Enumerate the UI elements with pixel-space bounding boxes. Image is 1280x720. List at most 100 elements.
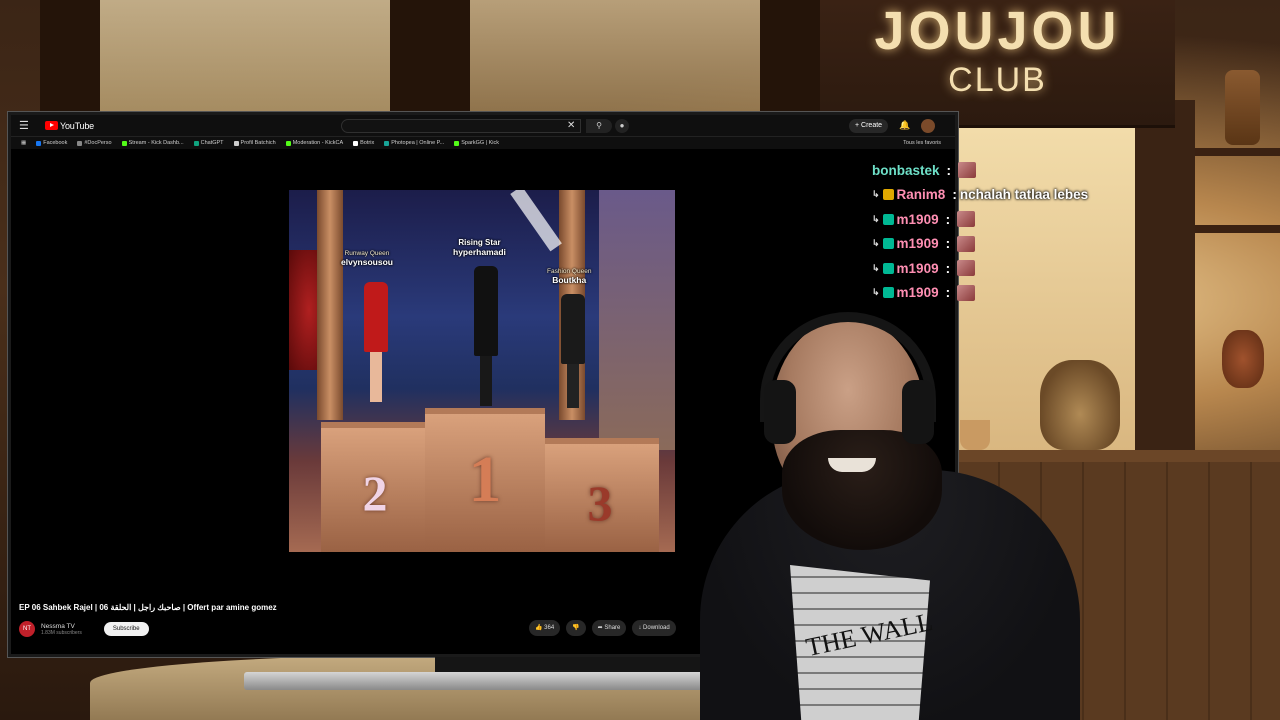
streamer-smile [828,458,876,472]
bookmarks-bar: ▦ Facebook #DocPerso Stream - Kick Dashb..… [11,137,955,149]
channel-name[interactable]: Nessma TV [41,623,82,630]
download-label: Download [643,625,670,631]
channel-avatar[interactable]: NT [19,621,35,637]
moderator-badge-icon [882,213,894,225]
bookmark-item[interactable]: SparkGG | Kick [454,140,499,146]
bookmark-label: Photopea | Online P... [391,140,445,146]
cup-decor [960,420,990,450]
video-actions: 👍 364 👎 ➦ Share ↓ Download [529,620,676,636]
emote-icon [957,211,976,228]
clear-search-icon[interactable]: ✕ [567,120,575,131]
chat-username[interactable]: m1909 [897,285,939,300]
dislike-button[interactable]: 👎 [566,620,586,636]
podium-number: 1 [468,443,502,516]
mic-icon: ● [619,120,625,130]
thumbs-up-icon: 👍 [535,625,543,631]
reply-arrow-icon: ↳ [872,189,880,200]
bookmark-item[interactable]: Stream - Kick Dashb... [121,140,184,146]
window-frame [1135,100,1195,480]
account-avatar[interactable] [921,118,935,133]
like-count: 364 [544,625,555,631]
podium-second: 2 [321,422,429,552]
podium-first: 1 [425,408,545,552]
chat-message: ↳ m1909: [872,232,1132,257]
chat-username[interactable]: bonbastek [872,163,940,178]
bookmark-label: Botrix [360,140,375,146]
headset-earcup [764,380,796,444]
newspaper-wall [470,0,760,112]
bookmark-label: Profil Batchich [240,140,276,146]
game-avatar [364,282,388,402]
bookmark-icon [384,140,390,146]
reply-arrow-icon: ↳ [872,213,880,224]
bookmark-icon [285,140,291,146]
voice-search-button[interactable]: ● [615,118,629,133]
bookmark-icon [193,140,199,146]
video-light-beam [510,190,562,252]
streamer-beard [782,430,942,550]
tv-stand-neck [435,657,705,673]
tv-stand [244,672,724,690]
bookmark-item[interactable]: #DocPerso [77,140,112,146]
chat-username[interactable]: m1909 [897,261,939,276]
podium-label-1: Rising Star hyperhamadi [453,238,506,257]
chat-message: bonbastek: [872,158,1132,183]
youtube-header: ☰ YouTube ✕ ⚲ ● + Create 🔔 [11,115,955,137]
chat-username[interactable]: Ranim8 [897,187,946,202]
game-avatar [561,294,585,408]
podium-label-3: Fashion Queen Boutkha [547,268,591,285]
download-button[interactable]: ↓ Download [632,620,676,636]
channel-info: Nessma TV 1.83M subscribers [41,623,82,636]
create-button[interactable]: + Create [849,118,889,133]
search-button[interactable]: ⚲ [586,118,612,133]
bookmark-icon [36,140,42,146]
share-button[interactable]: ➦ Share [591,620,627,636]
video-player[interactable]: Runway Queen elvynsousou Rising Star hyp… [289,190,675,552]
bookmark-item[interactable]: Photopea | Online P... [384,140,444,146]
podium-third: 3 [541,438,659,552]
game-avatar [474,266,498,406]
chat-separator: : [945,260,951,276]
teapot-decor [1040,360,1120,450]
wood-pillar [40,0,100,112]
bookmark-label: Stream - Kick Dashb... [128,140,184,146]
chat-message: ↳ Ranim8: nchalah tatlaa lebes [872,183,1132,208]
bookmark-icon [454,140,460,146]
counter-top [958,450,1280,462]
menu-icon[interactable]: ☰ [19,119,33,132]
jar-decor [1225,70,1260,145]
chat-username[interactable]: m1909 [897,212,939,227]
bookmark-label: Facebook [43,140,68,146]
share-label: Share [604,625,621,631]
youtube-logo[interactable]: YouTube [45,121,94,131]
wood-pillar [390,0,470,112]
channel-row: NT Nessma TV 1.83M subscribers Subscribe [19,618,149,640]
like-button[interactable]: 👍 364 [529,620,561,636]
bookmark-item[interactable]: Moderation - KickCA [285,140,343,146]
chat-username[interactable]: m1909 [897,236,939,251]
notifications-icon[interactable]: 🔔 [899,120,910,131]
podium-number: 3 [587,475,613,531]
reply-arrow-icon: ↳ [872,262,880,273]
subscribe-button[interactable]: Subscribe [103,622,149,636]
bookmark-icon [353,140,359,146]
bookmark-item[interactable]: Facebook [36,140,67,146]
search-input[interactable] [341,118,581,133]
chat-separator: : [952,187,957,203]
bookmark-label: ChatGPT [200,140,224,146]
podium-label-2: Runway Queen elvynsousou [341,250,393,267]
crown-badge-icon [882,189,894,201]
bookmark-item[interactable]: Profil Batchich [233,140,276,146]
wood-pillar [760,0,820,112]
bookmark-icon [121,140,127,146]
bookmark-item[interactable]: Botrix [353,140,374,146]
youtube-wordmark: YouTube [60,120,94,131]
youtube-play-icon [45,121,58,130]
reply-arrow-icon: ↳ [872,238,880,249]
chat-overlay: bonbastek: ↳ Ranim8: nchalah tatlaa lebes ↳ m… [872,158,1132,305]
podium-name: hyperhamadi [453,247,506,257]
sign-subtitle: CLUB [948,61,1047,99]
apps-icon[interactable]: ▦ [21,140,26,146]
bookmark-item[interactable]: ChatGPT [193,140,224,146]
all-bookmarks-link[interactable]: Tous les favoris [903,140,941,146]
